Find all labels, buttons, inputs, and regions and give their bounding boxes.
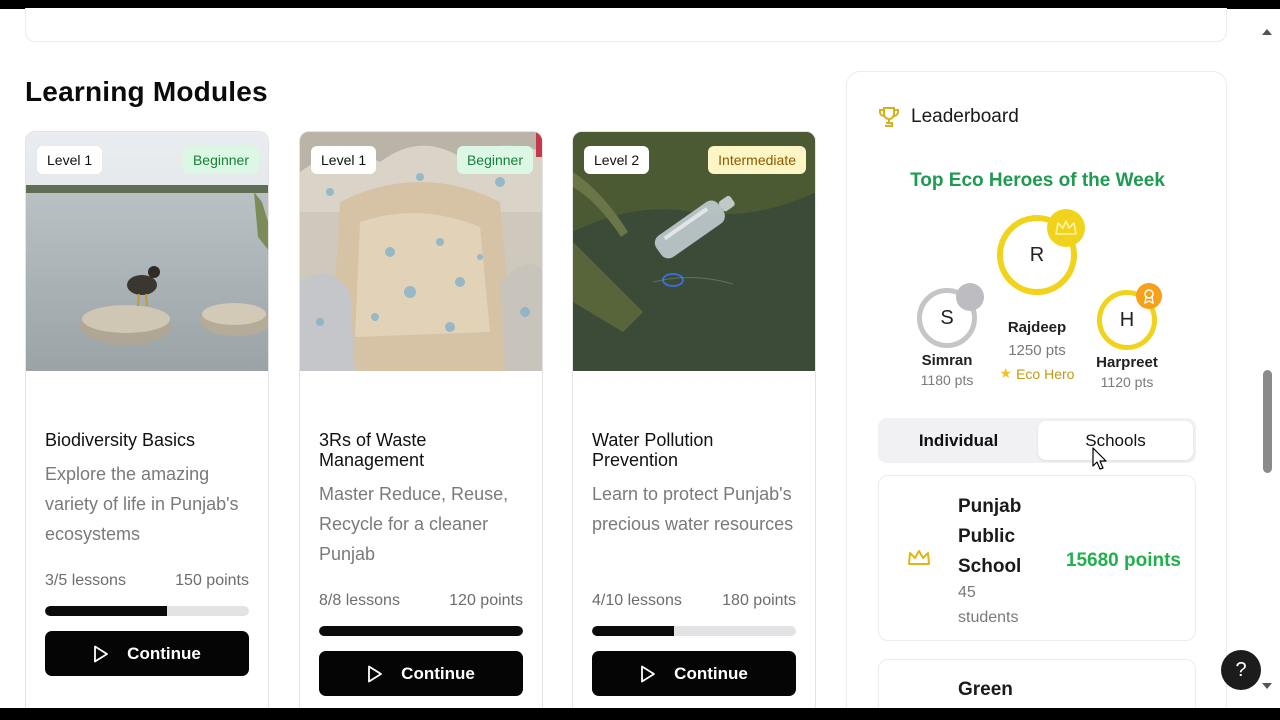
scroll-up-icon[interactable]	[1261, 28, 1273, 36]
difficulty-badge: Intermediate	[708, 146, 806, 174]
module-card-biodiversity[interactable]: Level 1 Beginner Biodiversity Basics Exp…	[25, 131, 269, 720]
leaderboard-panel: Leaderboard Top Eco Heroes of the Week S…	[846, 71, 1227, 720]
eco-hero-tag: ★ Eco Hero	[987, 365, 1087, 382]
leaderboard-title: Leaderboard	[911, 106, 1019, 127]
continue-button[interactable]: Continue	[592, 651, 796, 696]
mouse-cursor-icon	[1092, 447, 1107, 470]
heroes-subtitle: Top Eco Heroes of the Week	[910, 170, 1165, 191]
module-title: Biodiversity Basics	[45, 430, 196, 450]
play-icon	[368, 665, 383, 682]
star-icon: ★	[999, 365, 1013, 381]
avatar-initial: S	[940, 306, 954, 329]
lessons-count: 4/10 lessons	[592, 592, 682, 609]
play-icon	[94, 645, 109, 662]
module-image-water: Level 2 Intermediate	[573, 132, 815, 371]
hero-name: Rajdeep	[1007, 319, 1067, 336]
crown-icon	[908, 550, 930, 565]
previous-card-edge	[25, 8, 1227, 42]
trophy-icon	[879, 107, 899, 127]
avatar-initial: H	[1119, 308, 1135, 331]
progress-bar	[45, 606, 249, 616]
eco-hero-label: Eco Hero	[1016, 365, 1075, 382]
module-card-waste[interactable]: Level 1 Beginner 3Rs of Waste Management…	[299, 131, 543, 720]
section-title: Learning Modules	[25, 76, 268, 107]
continue-label: Continue	[127, 643, 201, 663]
school-students: 45 students	[958, 584, 1019, 626]
module-points: 120 points	[449, 592, 523, 609]
module-description: Explore the amazing variety of life in P…	[45, 464, 239, 544]
leaderboard-toggle: Individual Schools	[878, 418, 1196, 463]
school-name: Green	[958, 679, 1013, 700]
browser-bottom-edge	[0, 708, 1280, 720]
module-image-waste: Level 1 Beginner	[300, 132, 542, 371]
progress-fill	[45, 606, 168, 616]
progress-fill	[319, 626, 523, 636]
module-title: 3Rs of Waste Management	[319, 430, 427, 470]
module-description: Master Reduce, Reuse, Recycle for a clea…	[319, 484, 509, 564]
module-description: Learn to protect Punjab's precious water…	[592, 484, 794, 534]
scrollbar-thumb[interactable]	[1263, 370, 1272, 473]
module-points: 150 points	[175, 572, 249, 589]
hero-first-place[interactable]: R Rajdeep 1250 pts ★ Eco Hero	[987, 209, 1087, 382]
avatar-initial: R	[1029, 243, 1045, 266]
hero-second-place[interactable]: S Simran 1180 pts	[907, 283, 987, 388]
progress-bar	[592, 626, 796, 636]
tab-schools[interactable]: Schools	[1038, 421, 1193, 460]
hero-points: 1180 pts	[920, 372, 974, 388]
avatar: H	[1097, 283, 1162, 350]
level-badge: Level 1	[37, 146, 103, 174]
difficulty-badge: Beginner	[456, 146, 533, 174]
progress-bar	[319, 626, 523, 636]
school-name: Punjab Public School	[958, 496, 1022, 577]
module-title: Water Pollution Prevention	[592, 430, 714, 470]
hero-name: Simran	[921, 352, 973, 369]
continue-button[interactable]: Continue	[319, 651, 523, 696]
progress-fill	[592, 626, 674, 636]
leaderboard-header: Leaderboard	[877, 105, 1019, 129]
scroll-down-icon[interactable]	[1261, 682, 1273, 690]
module-image-biodiversity: Level 1 Beginner	[26, 132, 268, 371]
level-badge: Level 2	[584, 146, 650, 174]
hero-third-place[interactable]: H Harpreet 1120 pts	[1087, 283, 1167, 390]
play-icon	[641, 665, 656, 682]
lessons-count: 8/8 lessons	[319, 592, 400, 609]
avatar: R	[997, 209, 1085, 295]
continue-label: Continue	[401, 663, 475, 683]
page-scrollbar[interactable]	[1256, 24, 1280, 694]
hero-points: 1120 pts	[1100, 374, 1154, 390]
difficulty-badge: Beginner	[182, 146, 259, 174]
module-meta: 3/5 lessons 150 points	[45, 572, 249, 590]
tab-individual[interactable]: Individual	[881, 421, 1036, 460]
module-meta: 4/10 lessons 180 points	[592, 592, 796, 610]
award-icon	[1136, 283, 1162, 309]
school-row[interactable]: Punjab Public School 45 students 15680 p…	[878, 475, 1196, 641]
silver-medal-icon	[956, 283, 984, 311]
level-badge: Level 1	[311, 146, 377, 174]
hero-name: Harpreet	[1096, 354, 1158, 371]
crown-icon	[1047, 209, 1085, 247]
help-button[interactable]: ?	[1221, 650, 1261, 690]
module-meta: 8/8 lessons 120 points	[319, 592, 523, 610]
lessons-count: 3/5 lessons	[45, 572, 126, 589]
continue-label: Continue	[674, 663, 748, 683]
hero-points: 1250 pts	[1008, 342, 1066, 359]
module-card-water[interactable]: Level 2 Intermediate Water Pollution Pre…	[572, 131, 816, 720]
module-points: 180 points	[722, 592, 796, 609]
school-points: 15680 points	[1065, 550, 1181, 571]
avatar: S	[917, 283, 984, 348]
continue-button[interactable]: Continue	[45, 631, 249, 676]
